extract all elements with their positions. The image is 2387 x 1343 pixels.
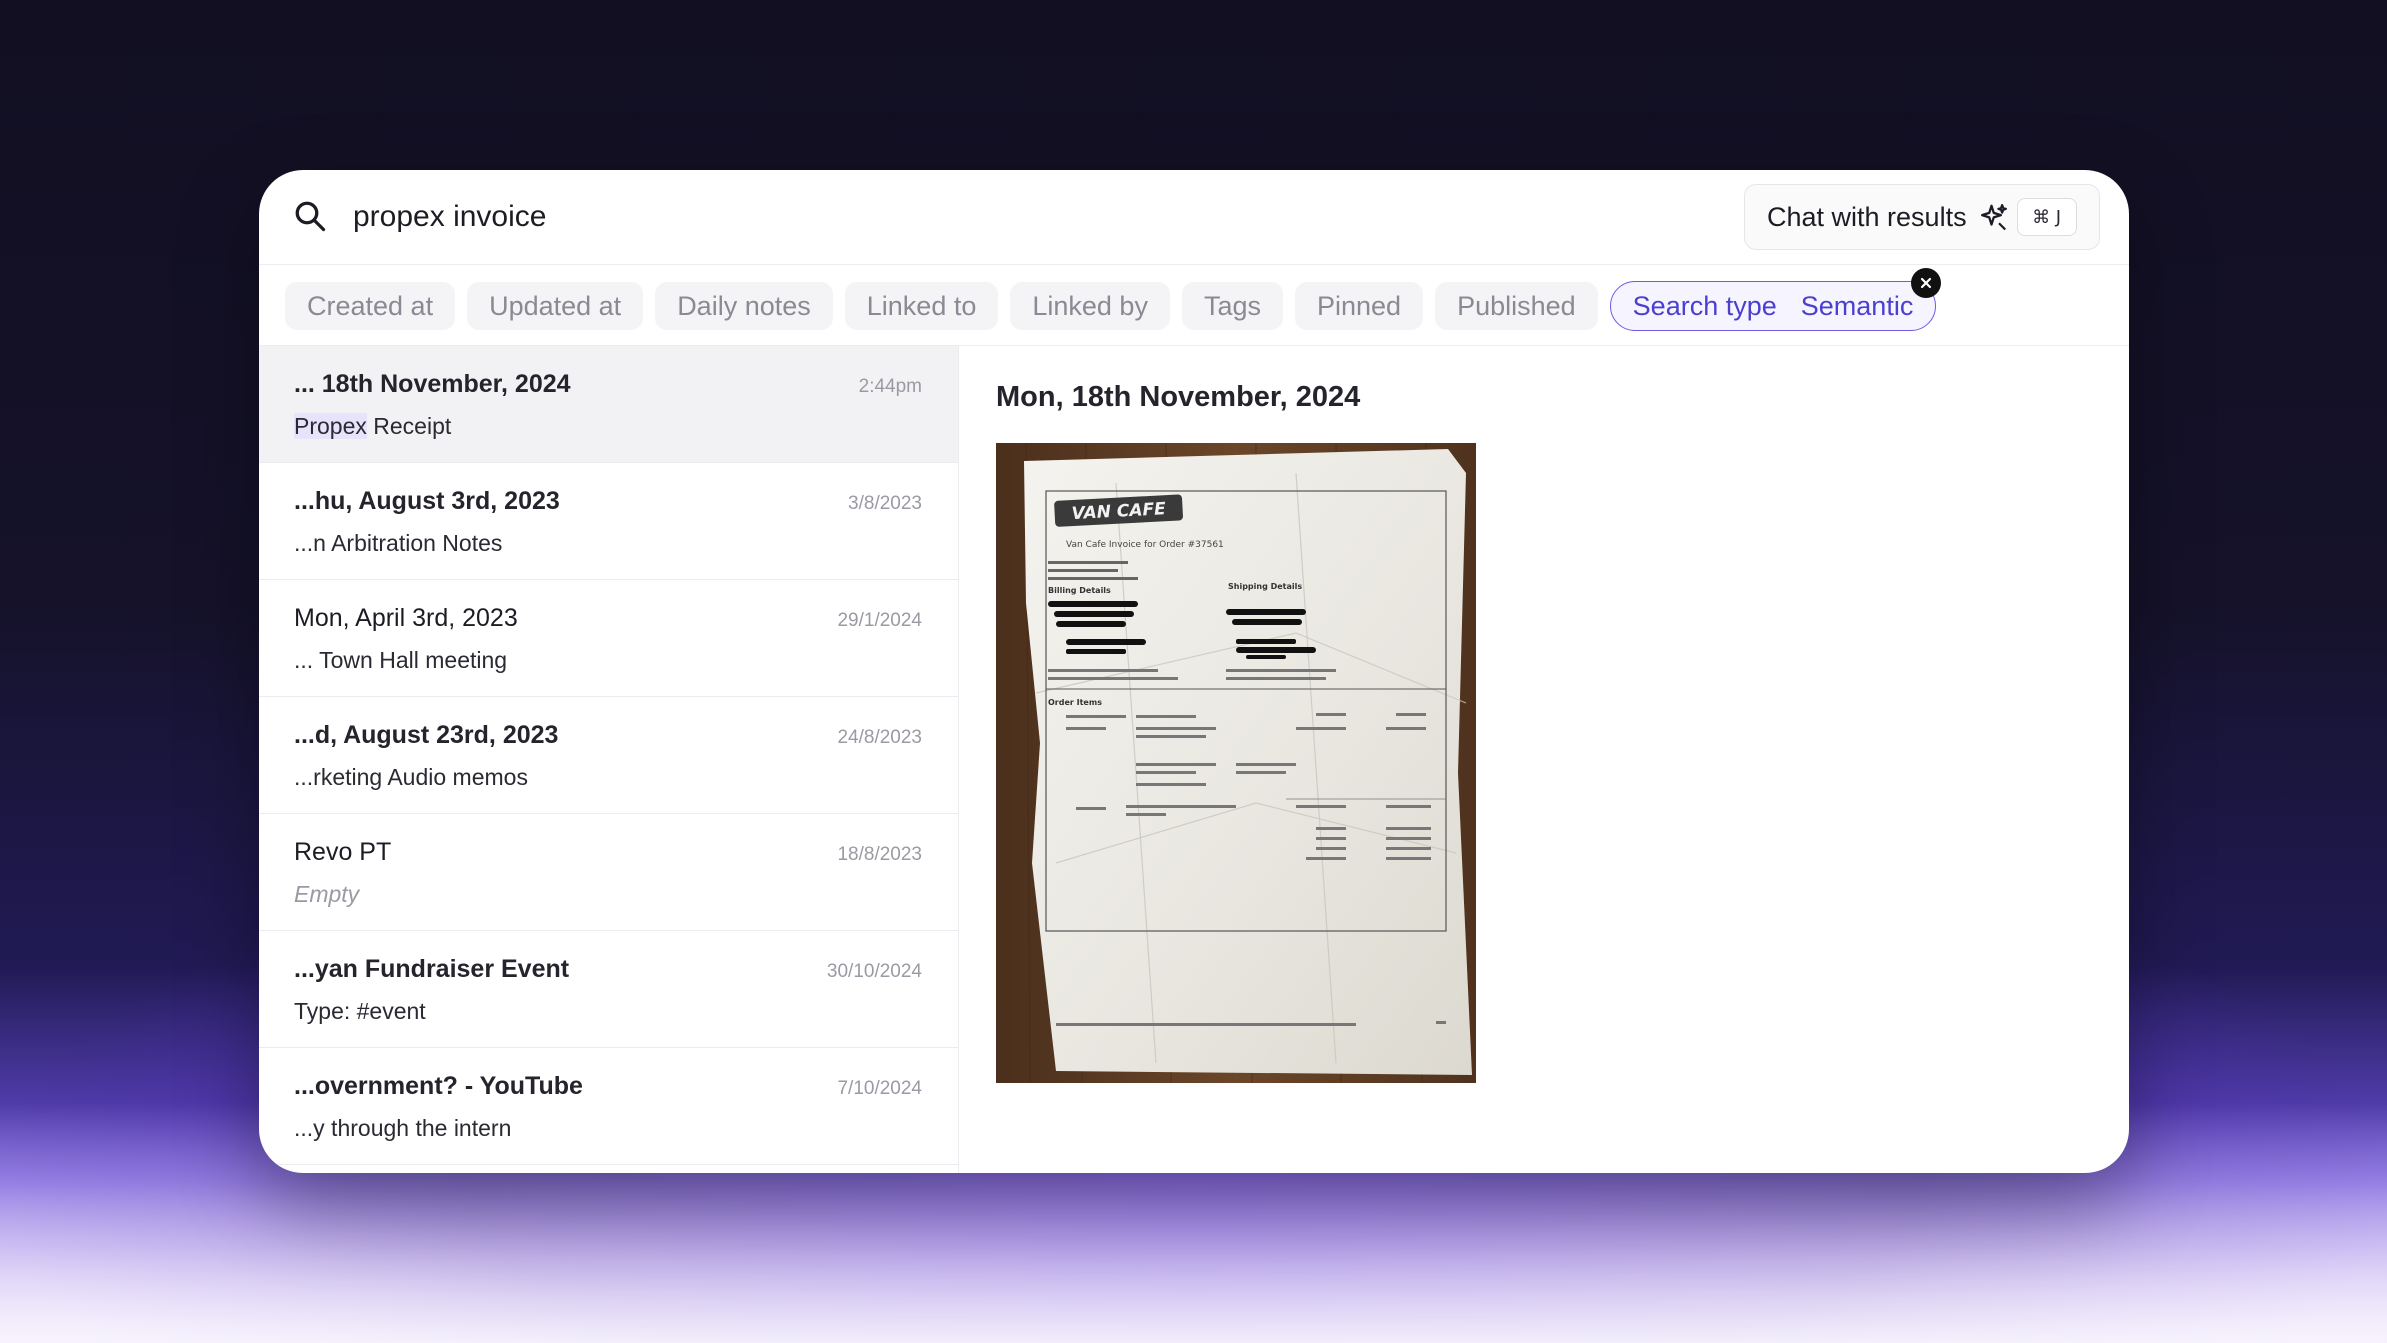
chat-with-results-label: Chat with results — [1767, 201, 1967, 232]
list-item[interactable]: ...d, August 23rd, 2023 ...rketing Audio… — [259, 697, 958, 814]
list-item[interactable]: ...hu, August 3rd, 2023 ...n Arbitration… — [259, 463, 958, 580]
chat-with-results-button[interactable]: Chat with results ⌘ J — [1744, 184, 2100, 250]
filter-created-at[interactable]: Created at — [285, 282, 456, 330]
item-date: 18/8/2023 — [837, 844, 922, 865]
list-item[interactable]: Revo PT Empty 18/8/2023 — [259, 814, 958, 931]
filter-published[interactable]: Published — [1435, 282, 1598, 330]
item-subtitle: Type: #event — [294, 998, 426, 1024]
filter-pinned[interactable]: Pinned — [1295, 282, 1424, 330]
receipt-billing-label: Billing Details — [1048, 586, 1111, 595]
item-date: 7/10/2024 — [837, 1078, 922, 1099]
item-date: 30/10/2024 — [826, 961, 922, 982]
item-subtitle-rest: Receipt — [366, 413, 452, 439]
filter-updated-at[interactable]: Updated at — [467, 282, 644, 330]
item-title: Revo PT — [294, 838, 392, 866]
item-title: ...overnment? - YouTube — [294, 1072, 583, 1100]
receipt-order-line: Van Cafe Invoice for Order #37561 — [1066, 540, 1224, 550]
item-subtitle: ...y through the intern — [294, 1115, 512, 1141]
sparkle-icon — [1980, 204, 2007, 231]
results-list: ... 18th November, 2024 Propex Receipt 2… — [259, 346, 959, 1173]
item-date: 24/8/2023 — [837, 727, 922, 748]
receipt-shipping-label: Shipping Details — [1228, 582, 1302, 591]
filter-search-type[interactable]: Search type Semantic — [1609, 268, 1942, 331]
close-icon[interactable] — [1911, 268, 1942, 298]
item-date: 3/8/2023 — [848, 493, 922, 514]
filter-bar: Created at Updated at Daily notes Linked… — [285, 268, 1942, 331]
list-item[interactable]: Mon, April 3rd, 2023 ... Town Hall meeti… — [259, 580, 958, 697]
item-date: 29/1/2024 — [837, 610, 922, 631]
receipt-order-items-label: Order Items — [1048, 698, 1102, 707]
item-subtitle: Propex Receipt — [294, 413, 451, 440]
filter-search-type-label: Search type — [1632, 290, 1777, 321]
search-input[interactable] — [353, 192, 1453, 242]
list-item[interactable]: ...overnment? - YouTube ...y through the… — [259, 1048, 958, 1165]
item-title: Mon, April 3rd, 2023 — [294, 604, 518, 632]
receipt-image: VAN CAFE Van Cafe Invoice for Order #375… — [996, 443, 1476, 1083]
item-title: ... 18th November, 2024 — [294, 370, 571, 398]
preview-title: Mon, 18th November, 2024 — [996, 381, 1361, 413]
search-dialog: Chat with results ⌘ J Created at Updated… — [259, 170, 2129, 1173]
filter-search-type-value: Semantic — [1800, 290, 1914, 321]
item-title: ...hu, August 3rd, 2023 — [294, 487, 560, 515]
filter-daily-notes[interactable]: Daily notes — [655, 282, 833, 330]
search-bar: Chat with results ⌘ J — [259, 170, 2129, 264]
list-item[interactable]: ... 18th November, 2024 Propex Receipt 2… — [259, 346, 958, 463]
item-title: ...d, August 23rd, 2023 — [294, 721, 559, 749]
filter-linked-by[interactable]: Linked by — [1010, 282, 1170, 330]
item-subtitle: ... Town Hall meeting — [294, 647, 508, 673]
match-highlight: Propex — [294, 413, 367, 439]
item-subtitle: ...rketing Audio memos — [294, 764, 528, 790]
item-title: ...yan Fundraiser Event — [294, 955, 570, 983]
filter-tags[interactable]: Tags — [1181, 282, 1283, 330]
search-icon — [295, 201, 326, 232]
filter-linked-to[interactable]: Linked to — [844, 282, 999, 330]
keyboard-shortcut: ⌘ J — [2016, 198, 2077, 236]
item-subtitle: Empty — [294, 881, 360, 907]
list-item[interactable]: ...yan Fundraiser Event Type: #event 30/… — [259, 931, 958, 1048]
item-date: 2:44pm — [858, 376, 922, 397]
divider — [259, 264, 2129, 265]
item-subtitle: ...n Arbitration Notes — [294, 530, 503, 556]
